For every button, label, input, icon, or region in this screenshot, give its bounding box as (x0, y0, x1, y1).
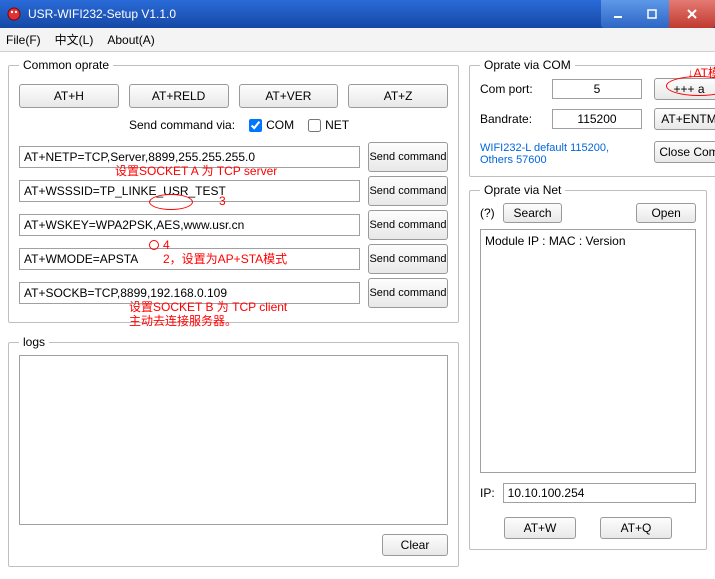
baud-label: Bandrate: (480, 112, 540, 126)
window-title: USR-WIFI232-Setup V1.1.0 (28, 7, 601, 21)
module-list-header: Module IP : MAC : Version (485, 234, 691, 248)
send-via-label: Send command via: (129, 118, 235, 132)
menu-about[interactable]: About(A) (107, 33, 154, 47)
maximize-button[interactable] (635, 0, 669, 28)
net-help[interactable]: (?) (480, 206, 495, 220)
ip-label: IP: (480, 486, 495, 500)
cmd-input-3[interactable] (19, 214, 360, 236)
menu-chinese[interactable]: 中文(L) (55, 31, 94, 48)
com-checkbox[interactable] (249, 119, 262, 132)
send-cmd-2[interactable]: Send command (368, 176, 448, 206)
common-oprate-group: Common oprate AT+H AT+RELD AT+VER AT+Z S… (8, 58, 459, 323)
titlebar: USR-WIFI232-Setup V1.1.0 (0, 0, 715, 28)
close-button[interactable] (669, 0, 715, 28)
cmd-input-4[interactable] (19, 248, 360, 270)
net-checkbox[interactable] (308, 119, 321, 132)
close-com-button[interactable]: Close Com (654, 141, 715, 163)
send-cmd-4[interactable]: Send command (368, 244, 448, 274)
logs-legend: logs (19, 335, 49, 349)
menubar: File(F) 中文(L) About(A) (0, 28, 715, 52)
at-z-button[interactable]: AT+Z (348, 84, 448, 108)
logs-textarea[interactable] (19, 355, 448, 525)
com-checkbox-label[interactable]: COM (249, 118, 294, 132)
cmd-input-1[interactable] (19, 146, 360, 168)
at-q-button[interactable]: AT+Q (600, 517, 672, 539)
open-button[interactable]: Open (636, 203, 696, 223)
menu-file[interactable]: File(F) (6, 33, 41, 47)
send-cmd-3[interactable]: Send command (368, 210, 448, 240)
common-legend: Common oprate (19, 58, 113, 72)
app-icon (6, 6, 22, 22)
cmd-input-2[interactable] (19, 180, 360, 202)
minimize-button[interactable] (601, 0, 635, 28)
plus-a-button[interactable]: +++ a (654, 78, 715, 100)
baud-input[interactable] (552, 109, 642, 129)
window-buttons (601, 0, 715, 28)
com-port-input[interactable] (552, 79, 642, 99)
search-button[interactable]: Search (503, 203, 563, 223)
logs-group: logs Clear (8, 335, 459, 567)
cmd-input-5[interactable] (19, 282, 360, 304)
at-ver-button[interactable]: AT+VER (239, 84, 339, 108)
oprate-net-group: Oprate via Net (?) Search Open Module IP… (469, 183, 707, 550)
net-legend: Oprate via Net (480, 183, 565, 197)
com-legend: Oprate via COM (480, 58, 575, 72)
send-cmd-1[interactable]: Send command (368, 142, 448, 172)
at-reld-button[interactable]: AT+RELD (129, 84, 229, 108)
module-list[interactable]: Module IP : MAC : Version (480, 229, 696, 473)
send-cmd-5[interactable]: Send command (368, 278, 448, 308)
at-h-button[interactable]: AT+H (19, 84, 119, 108)
ip-input[interactable] (503, 483, 696, 503)
oprate-com-group: Oprate via COM ↓AT模式 Com port: +++ a Ban… (469, 58, 715, 177)
com-note: WIFI232-L default 115200, Others 57600 (480, 142, 642, 166)
at-w-button[interactable]: AT+W (504, 517, 576, 539)
com-port-label: Com port: (480, 82, 540, 96)
clear-button[interactable]: Clear (382, 534, 448, 556)
at-entm-button[interactable]: AT+ENTM (654, 108, 715, 130)
net-checkbox-label[interactable]: NET (308, 118, 349, 132)
annot-5b: 主动去连接服务器。 (129, 312, 237, 329)
